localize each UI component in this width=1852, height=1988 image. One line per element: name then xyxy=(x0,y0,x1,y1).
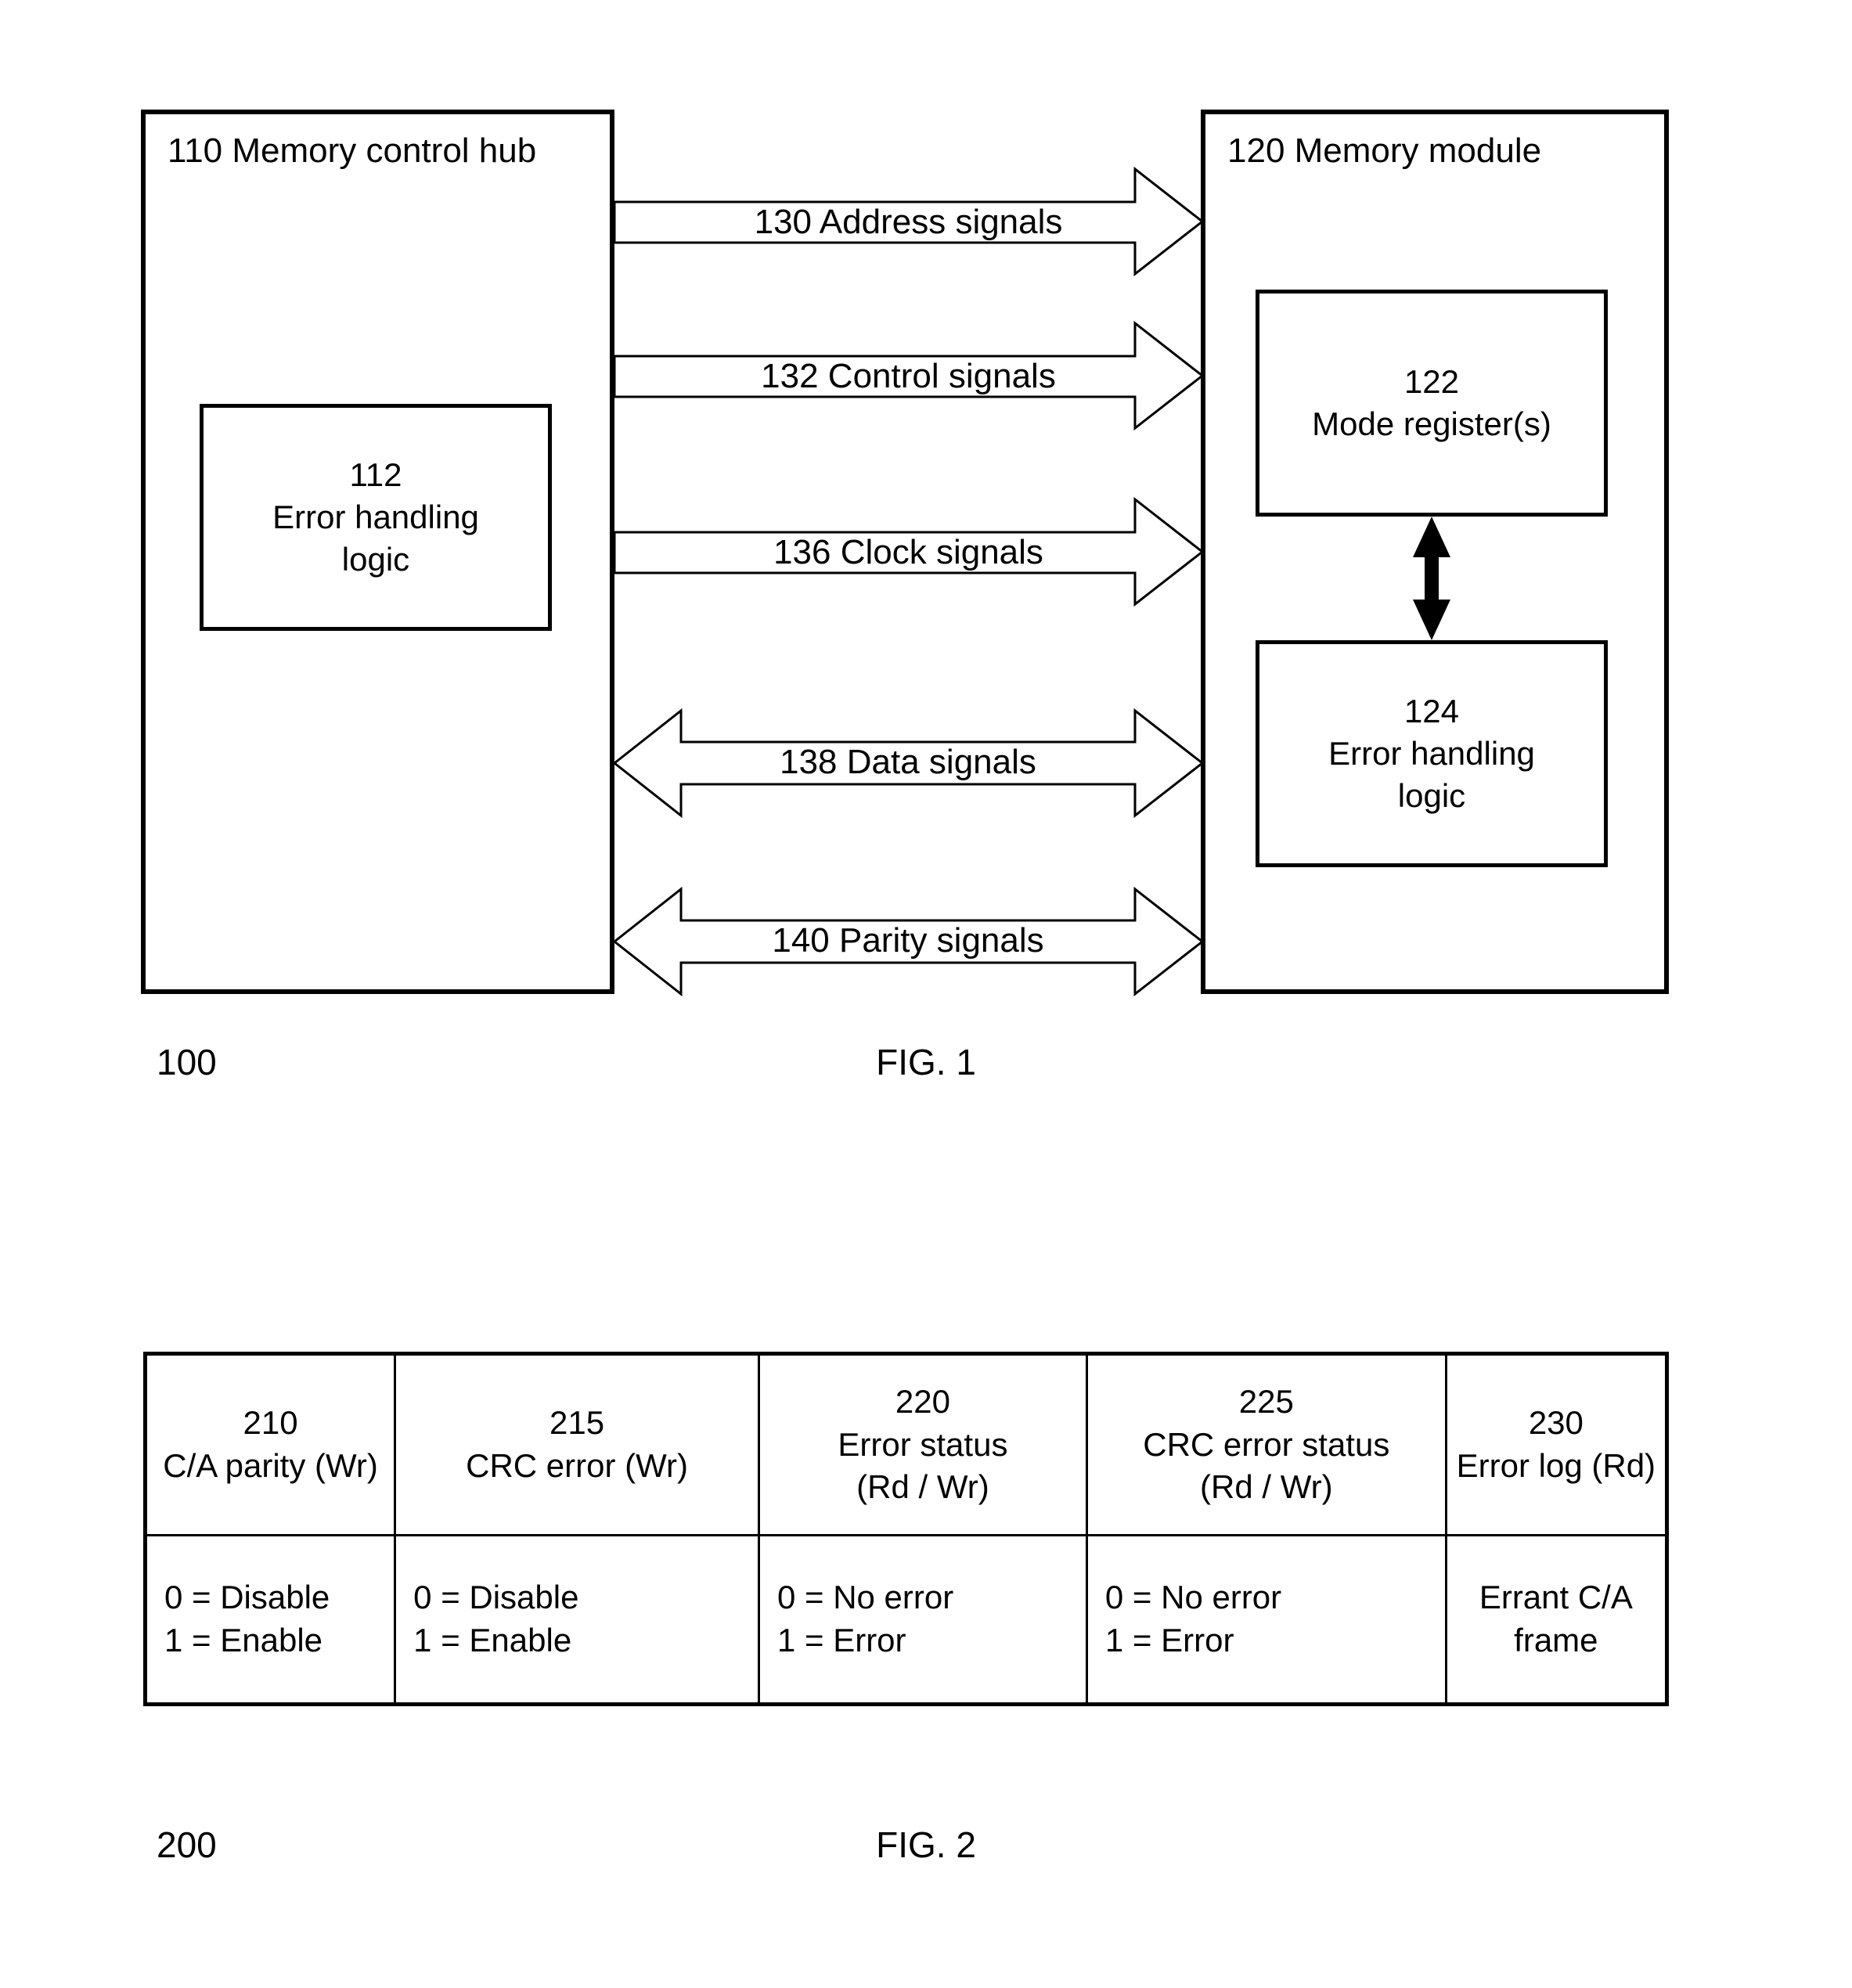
table-value-cell-225: 0 = No error 1 = Error xyxy=(1085,1534,1447,1705)
table-header-row: 210 C/A parity (Wr) 215 CRC error (Wr) 2… xyxy=(143,1352,1669,1536)
figure1-caption: FIG. 1 xyxy=(876,1042,976,1082)
header-225-number: 225 xyxy=(1238,1383,1294,1421)
header-220-line1: Error status xyxy=(838,1425,1008,1463)
header-230-number: 230 xyxy=(1528,1404,1584,1442)
memory-module-title: 120 Memory module xyxy=(1227,131,1542,170)
mode-register-bits-table: 210 C/A parity (Wr) 215 CRC error (Wr) 2… xyxy=(143,1352,1669,1706)
header-215-number: 215 xyxy=(549,1404,605,1442)
header-230-line1: Error log (Rd) xyxy=(1456,1447,1656,1484)
error-handling-logic-112-box: 112 Error handling logic xyxy=(200,404,552,631)
error-handling-logic-124-line2: logic xyxy=(1397,776,1466,814)
mode-register-122-box: 122 Mode register(s) xyxy=(1256,290,1608,517)
error-handling-logic-124-line1: Error handling xyxy=(1328,735,1535,773)
table-value-cell-230: Errant C/A frame xyxy=(1444,1534,1669,1705)
table-value-cell-210: 0 = Disable 1 = Enable xyxy=(143,1534,397,1705)
header-210-number: 210 xyxy=(243,1404,298,1442)
table-header-cell-215: 215 CRC error (Wr) xyxy=(394,1352,760,1536)
value-210-line1: 0 = Disable xyxy=(164,1579,330,1616)
header-225-line2: (Rd / Wr) xyxy=(1200,1468,1333,1506)
mode-register-122-line1: Mode register(s) xyxy=(1312,405,1551,442)
header-215-line1: CRC error (Wr) xyxy=(466,1447,688,1484)
table-value-cell-220: 0 = No error 1 = Error xyxy=(757,1534,1088,1705)
table-value-row: 0 = Disable 1 = Enable 0 = Disable 1 = E… xyxy=(143,1534,1669,1705)
value-225-line2: 1 = Error xyxy=(1104,1622,1234,1658)
mode-register-122-number: 122 xyxy=(1403,363,1460,401)
header-220-line2: (Rd / Wr) xyxy=(856,1468,989,1506)
table-header-cell-230: 230 Error log (Rd) xyxy=(1444,1352,1669,1536)
header-225-line1: CRC error status xyxy=(1143,1425,1390,1463)
header-210-line1: C/A parity (Wr) xyxy=(163,1447,378,1484)
data-signals-label: 138 Data signals xyxy=(780,743,1036,781)
parity-signals-label: 140 Parity signals xyxy=(772,921,1044,960)
table-value-cell-215: 0 = Disable 1 = Enable xyxy=(394,1534,760,1705)
figure2-caption-row: 200 FIG. 2 xyxy=(0,1824,1852,1878)
figure1-caption-row: 100 FIG. 1 xyxy=(0,1041,1852,1096)
table-header-cell-220: 220 Error status (Rd / Wr) xyxy=(757,1352,1088,1536)
value-220-line2: 1 = Error xyxy=(776,1622,906,1658)
value-215-line1: 0 = Disable xyxy=(413,1579,579,1616)
figure2-caption: FIG. 2 xyxy=(876,1824,976,1865)
error-handling-logic-112-line2: logic xyxy=(341,540,410,578)
value-210-line2: 1 = Enable xyxy=(164,1622,323,1658)
value-220-line1: 0 = No error xyxy=(776,1579,954,1616)
table-header-cell-210: 210 C/A parity (Wr) xyxy=(143,1352,397,1536)
header-220-number: 220 xyxy=(895,1383,950,1421)
error-handling-logic-112-number: 112 xyxy=(349,456,402,494)
table-header-cell-225: 225 CRC error status (Rd / Wr) xyxy=(1085,1352,1447,1536)
value-225-line1: 0 = No error xyxy=(1104,1579,1282,1616)
error-handling-logic-124-number: 124 xyxy=(1403,693,1460,730)
control-signals-label: 132 Control signals xyxy=(761,357,1056,395)
error-handling-logic-112-line1: Error handling xyxy=(272,499,479,536)
address-signals-label: 130 Address signals xyxy=(754,203,1063,241)
memory-control-hub-title: 110 Memory control hub xyxy=(168,131,537,170)
clock-signals-label: 136 Clock signals xyxy=(773,533,1043,571)
error-handling-logic-124-box: 124 Error handling logic xyxy=(1256,640,1608,867)
value-215-line2: 1 = Enable xyxy=(413,1622,572,1658)
value-230-line1: Errant C/A frame xyxy=(1479,1579,1633,1658)
